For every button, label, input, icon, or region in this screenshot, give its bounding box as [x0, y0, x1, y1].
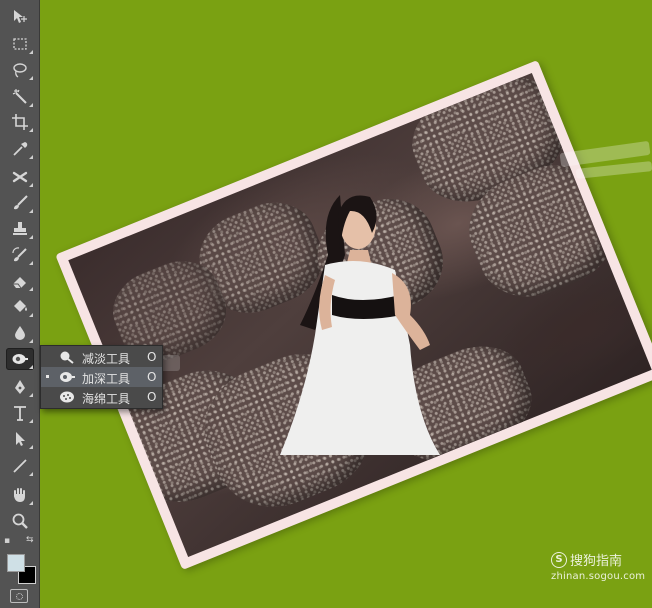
move-icon: [14, 10, 27, 23]
path-selection-icon: [16, 432, 25, 446]
dodge-tool-flyout-menu: 减淡工具 O 加深工具 O 海绵工具 O: [40, 345, 163, 409]
magic-wand-tool[interactable]: [6, 86, 34, 108]
sponge-tool-icon: [58, 389, 76, 405]
line-tool[interactable]: [6, 455, 34, 477]
clone-stamp-icon: [13, 222, 27, 235]
flyout-item-label: 减淡工具: [82, 352, 131, 366]
dodge-burn-icon: [12, 354, 28, 364]
rotated-photo-layer[interactable]: [55, 59, 652, 571]
eraser-icon: [13, 277, 26, 289]
pen-tool[interactable]: [6, 376, 34, 398]
zoom-tool[interactable]: [6, 510, 34, 532]
photo-image: [68, 72, 652, 558]
hand-tool[interactable]: [6, 484, 34, 506]
flyout-item-label: 加深工具: [82, 372, 131, 386]
healing-brush-tool[interactable]: [6, 166, 34, 188]
brush-tool[interactable]: [6, 192, 34, 214]
crop-tool[interactable]: [6, 111, 34, 133]
paint-bucket-icon: [14, 300, 27, 312]
flyout-item-shortcut: O: [147, 390, 157, 404]
rect-marquee-icon: [13, 38, 27, 50]
marquee-tool[interactable]: [6, 33, 34, 55]
blur-tool[interactable]: [6, 322, 34, 344]
type-tool[interactable]: [6, 402, 34, 424]
clone-stamp-tool[interactable]: [6, 218, 34, 240]
move-tool[interactable]: [6, 6, 34, 28]
eyedropper-icon: [13, 142, 28, 156]
selected-bullet-icon: [46, 375, 49, 378]
magic-wand-icon: [12, 89, 27, 104]
flyout-item-burn[interactable]: 加深工具 O: [41, 367, 162, 387]
swap-colors-icon[interactable]: ⇆: [26, 536, 34, 545]
dodge-tool-icon: [58, 349, 76, 365]
dodge-burn-tool[interactable]: [6, 348, 34, 370]
woman-figure: [280, 195, 440, 455]
pen-icon: [15, 380, 25, 394]
sogou-logo-icon: S: [551, 551, 567, 568]
history-brush-tool[interactable]: [6, 244, 34, 266]
hand-icon: [14, 488, 25, 502]
zoom-icon: [12, 513, 28, 529]
line-icon: [13, 459, 27, 473]
flyout-item-dodge[interactable]: 减淡工具 O: [41, 347, 162, 367]
default-colors-icon[interactable]: ▪: [4, 537, 10, 546]
watermark-url: zhinan.sogou.com: [551, 571, 646, 582]
type-icon: [14, 406, 26, 421]
paint-bucket-tool[interactable]: [6, 296, 34, 318]
healing-brush-icon: [12, 171, 28, 183]
eyedropper-tool[interactable]: [6, 138, 34, 160]
blur-icon: [15, 326, 25, 340]
foreground-color-swatch[interactable]: [7, 554, 25, 572]
watermark-brand: 搜狗指南: [570, 554, 623, 569]
flyout-item-shortcut: O: [147, 370, 157, 384]
flyout-item-sponge[interactable]: 海绵工具 O: [41, 387, 162, 407]
brush-icon: [14, 195, 28, 210]
color-swatches: ▪ ⇆: [4, 536, 38, 586]
flyout-item-shortcut: O: [147, 350, 157, 364]
eraser-tool[interactable]: [6, 270, 34, 292]
tools-panel: ▪ ⇆: [0, 0, 40, 608]
lasso-tool[interactable]: [6, 59, 34, 81]
quick-mask-button[interactable]: [10, 589, 28, 603]
lasso-icon: [13, 63, 27, 78]
crop-icon: [12, 114, 28, 130]
history-brush-icon: [12, 247, 27, 262]
quick-mask-icon: [15, 592, 23, 600]
burn-tool-icon: [58, 369, 76, 385]
path-selection-tool[interactable]: [6, 428, 34, 450]
flyout-item-label: 海绵工具: [82, 392, 131, 406]
sogou-watermark: S 搜狗指南 zhinan.sogou.com: [551, 550, 645, 582]
